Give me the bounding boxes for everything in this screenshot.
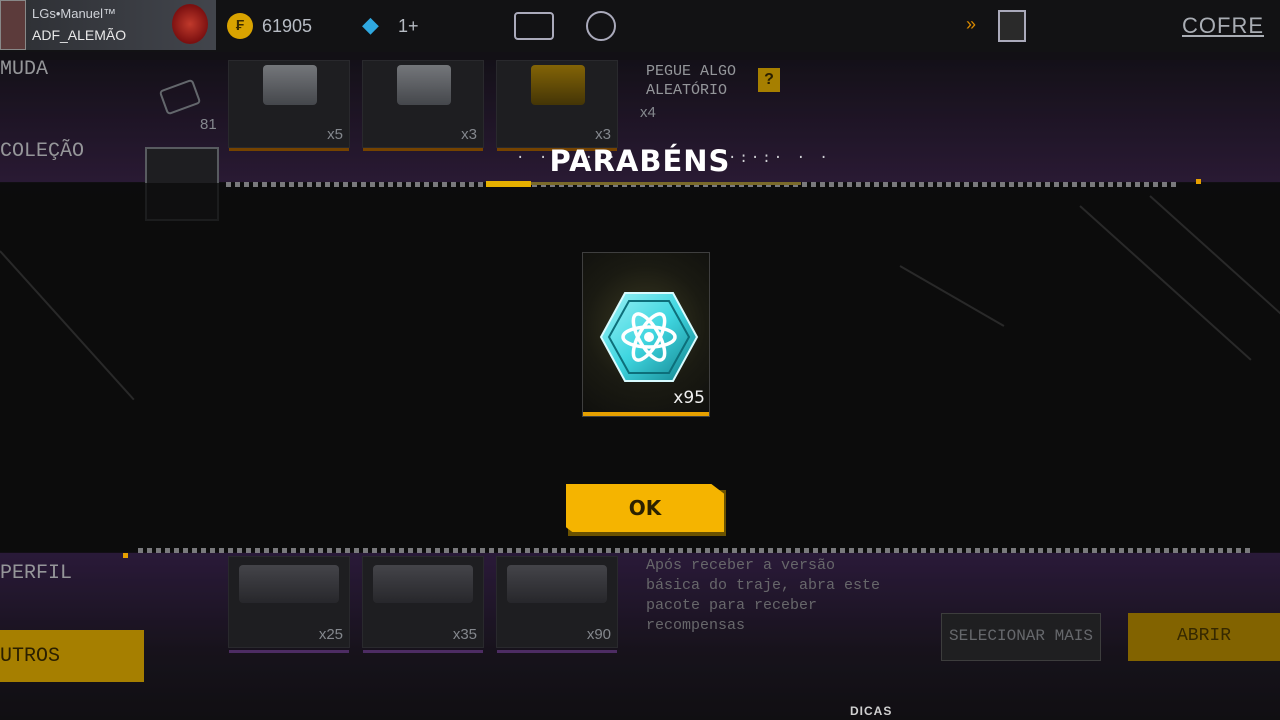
reward-quantity: x95 [673,388,705,408]
watermark: DICAS [850,704,893,718]
accent-dot [123,553,128,558]
diamond-balance[interactable]: 1+ [398,16,419,37]
avatar[interactable] [0,0,26,50]
coin-balance: 61905 [262,16,313,36]
ok-button-label: OK [628,496,662,520]
coin-icon: ₣ [227,13,253,39]
cloud-icon[interactable] [586,11,616,41]
player-name: LGs•Manuel™ [32,6,117,21]
modal-bottom-border [138,548,1250,553]
title-accent [486,181,531,187]
player-clan: ADF_ALEMÃO [32,27,127,43]
title-underline [531,182,801,185]
rank-icon[interactable] [172,4,208,44]
vault-tab[interactable]: COFRE [1182,13,1264,39]
accent-dot [1196,179,1201,184]
card-icon[interactable] [514,12,554,40]
modal-title: PARABÉNS [549,144,731,178]
top-bar: LGs•Manuel™ ADF_ALEMÃO ₣ 61905 ◆ 1+ » CO… [0,0,1280,52]
title-decoration-right: ·:·:· · · [728,150,831,166]
forward-icon[interactable]: » [966,14,976,35]
profile-icon[interactable] [998,10,1026,42]
atom-hexagon-icon [599,292,699,382]
reward-card[interactable]: x95 [582,252,710,417]
reward-card-bar [583,412,709,416]
diamond-icon: ◆ [362,12,379,37]
